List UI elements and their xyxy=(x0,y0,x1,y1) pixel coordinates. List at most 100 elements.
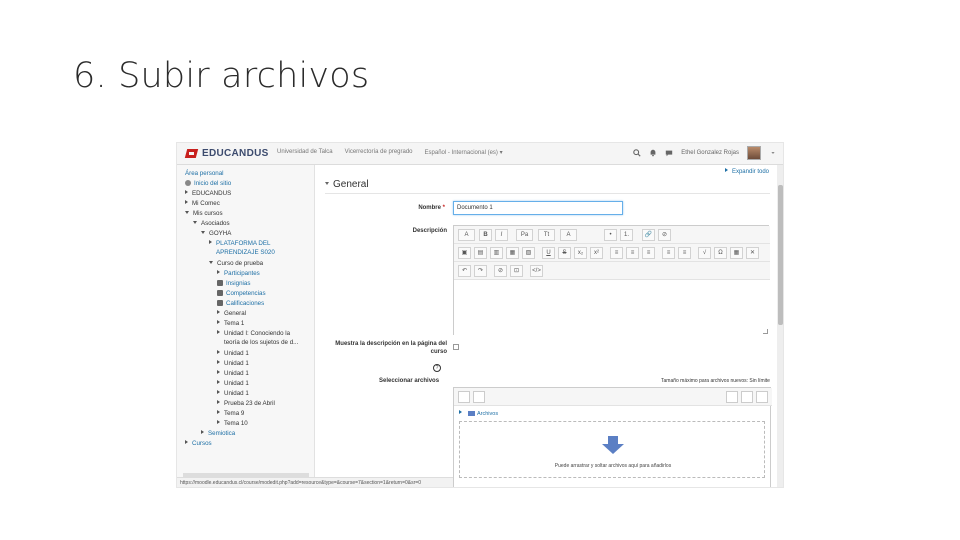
help-icon[interactable]: ? xyxy=(433,364,441,372)
sidebar-item-goyha[interactable]: GOYHA xyxy=(201,230,231,237)
toolbar-toggle-button[interactable]: A xyxy=(458,229,475,241)
manage-files-button[interactable]: ▦ xyxy=(506,247,519,259)
sidebar-item-asociados[interactable]: Asociados xyxy=(193,220,230,227)
expand-all-link[interactable]: Expandir todo xyxy=(724,168,769,175)
link-button[interactable]: 🔗 xyxy=(642,229,655,241)
name-input[interactable]: Documento 1 xyxy=(453,201,623,215)
sidebar-item-label: GOYHA xyxy=(209,230,232,237)
scrollbar-thumb[interactable] xyxy=(778,185,783,325)
font-size-button[interactable]: Tt xyxy=(538,229,555,241)
file-button[interactable]: ▥ xyxy=(490,247,503,259)
sidebar-item-unidad-1[interactable]: Unidad 1 xyxy=(217,370,249,377)
table-button[interactable]: ▦ xyxy=(730,247,743,259)
sidebar-item-unidad-1[interactable]: Unidad 1 xyxy=(217,360,249,367)
sidebar-item-plataforma[interactable]: PLATAFORMA DEL xyxy=(209,240,270,247)
clear-format-button[interactable]: ✕ xyxy=(746,247,759,259)
sidebar-item-tema-9[interactable]: Tema 9 xyxy=(217,410,244,417)
message-icon[interactable] xyxy=(665,149,673,157)
special-char-button[interactable]: Ω xyxy=(714,247,727,259)
user-name[interactable]: Ethel Gonzalez Rojas xyxy=(681,150,739,156)
sidebar-item-mi-comec[interactable]: Mi Comec xyxy=(185,200,220,207)
sidebar-item-label: Asociados xyxy=(201,220,230,227)
redo-button[interactable]: ↷ xyxy=(474,265,487,277)
caret-right-icon xyxy=(217,390,220,394)
sidebar-item-educandus[interactable]: EDUCANDUS xyxy=(185,190,231,197)
subscript-button[interactable]: x₂ xyxy=(574,247,587,259)
unordered-list-button[interactable]: • xyxy=(604,229,617,241)
sidebar-item-participantes[interactable]: Participantes xyxy=(217,270,260,277)
language-selector[interactable]: Español - Internacional (es) ▾ xyxy=(425,149,503,156)
view-tree-icon[interactable] xyxy=(756,391,768,403)
unlink-button[interactable]: ⊘ xyxy=(658,229,671,241)
screenreader-helper-button[interactable]: ⊡ xyxy=(510,265,523,277)
add-file-icon[interactable] xyxy=(458,391,470,403)
folder-label: Archivos xyxy=(477,411,499,417)
strikethrough-button[interactable]: S xyxy=(558,247,571,259)
sidebar-item-label: Unidad 1 xyxy=(224,360,249,367)
sidebar-item-curso-prueba[interactable]: Curso de prueba xyxy=(209,260,263,267)
sidebar-item-general[interactable]: General xyxy=(217,310,246,317)
create-folder-icon[interactable] xyxy=(473,391,485,403)
sidebar-item-plataforma-line2[interactable]: APRENDIZAJE S020 xyxy=(216,249,275,256)
folder-path[interactable]: Archivos xyxy=(459,410,498,417)
sidebar-item-area-personal[interactable]: Área personal xyxy=(185,170,224,177)
undo-button[interactable]: ↶ xyxy=(458,265,471,277)
chevron-down-icon[interactable] xyxy=(769,149,777,157)
avatar[interactable] xyxy=(747,146,761,160)
show-description-checkbox[interactable] xyxy=(453,344,459,350)
drop-zone[interactable]: Puede arrastrar y soltar archivos aquí p… xyxy=(459,421,765,478)
accessibility-checker-button[interactable]: ⊘ xyxy=(494,265,507,277)
sidebar-item-prueba[interactable]: Prueba 23 de Abril xyxy=(217,400,275,407)
align-right-button[interactable]: ≡ xyxy=(642,247,655,259)
sidebar-item-label: Competencias xyxy=(226,290,266,297)
font-color-button[interactable]: A xyxy=(560,229,577,241)
sidebar-item-insignias[interactable]: Insignias xyxy=(217,280,250,287)
brand-logo[interactable]: EDUCANDUS xyxy=(185,147,269,160)
indent-button[interactable]: ≡ xyxy=(662,247,675,259)
sidebar-item-calificaciones[interactable]: Calificaciones xyxy=(217,300,264,307)
paragraph-style-button[interactable]: Pa xyxy=(516,229,533,241)
view-icons-icon[interactable] xyxy=(726,391,738,403)
view-list-icon[interactable] xyxy=(741,391,753,403)
sidebar-item-unidad-i-line2[interactable]: teoría de los sujetos de d... xyxy=(224,339,298,346)
sidebar-item-unidad-i[interactable]: Unidad I: Conociendo la xyxy=(217,330,290,337)
recorder-button[interactable]: ▧ xyxy=(522,247,535,259)
align-left-button[interactable]: ≡ xyxy=(610,247,623,259)
resize-handle-icon[interactable] xyxy=(763,329,768,334)
caret-right-icon xyxy=(185,200,188,204)
sidebar-item-semiotica[interactable]: Semiotica xyxy=(201,430,235,437)
underline-button[interactable]: U xyxy=(542,247,555,259)
superscript-button[interactable]: x² xyxy=(590,247,603,259)
bold-button[interactable]: B xyxy=(479,229,492,241)
outdent-button[interactable]: ≡ xyxy=(678,247,691,259)
ordered-list-button[interactable]: 1. xyxy=(620,229,633,241)
sidebar-item-tema-10[interactable]: Tema 10 xyxy=(217,420,248,427)
align-center-button[interactable]: ≡ xyxy=(626,247,639,259)
file-picker: Archivos Puede arrastrar y soltar archiv… xyxy=(453,387,772,487)
sidebar-item-label: General xyxy=(224,310,247,317)
sidebar-item-cursos[interactable]: Cursos xyxy=(185,440,212,447)
html-source-button[interactable]: </> xyxy=(530,265,543,277)
sidebar-item-inicio[interactable]: Inicio del sitio xyxy=(185,180,231,187)
image-button[interactable]: ▣ xyxy=(458,247,471,259)
name-label: Nombre * xyxy=(375,205,445,211)
sidebar-item-mis-cursos[interactable]: Mis cursos xyxy=(185,210,223,217)
sidebar-item-competencias[interactable]: Competencias xyxy=(217,290,266,297)
search-icon[interactable] xyxy=(633,149,641,157)
editor-text-area[interactable] xyxy=(454,280,770,336)
sidebar-item-unidad-1[interactable]: Unidad 1 xyxy=(217,380,249,387)
caret-right-icon xyxy=(201,430,204,434)
italic-button[interactable]: I xyxy=(495,229,508,241)
sidebar-item-unidad-1[interactable]: Unidad 1 xyxy=(217,390,249,397)
page-scrollbar[interactable] xyxy=(777,165,783,487)
nav-link-universidad[interactable]: Universidad de Talca xyxy=(277,149,333,156)
media-button[interactable]: ▤ xyxy=(474,247,487,259)
dashboard-icon xyxy=(185,180,191,186)
slide-title: 6. Subir archivos xyxy=(73,56,370,96)
bell-icon[interactable] xyxy=(649,149,657,157)
sidebar-item-unidad-1[interactable]: Unidad 1 xyxy=(217,350,249,357)
sidebar-item-tema-1[interactable]: Tema 1 xyxy=(217,320,244,327)
section-general-header[interactable]: General xyxy=(325,179,369,190)
nav-link-vicerrectoria[interactable]: Vicerrectoría de pregrado xyxy=(345,149,413,156)
equation-button[interactable]: √ xyxy=(698,247,711,259)
